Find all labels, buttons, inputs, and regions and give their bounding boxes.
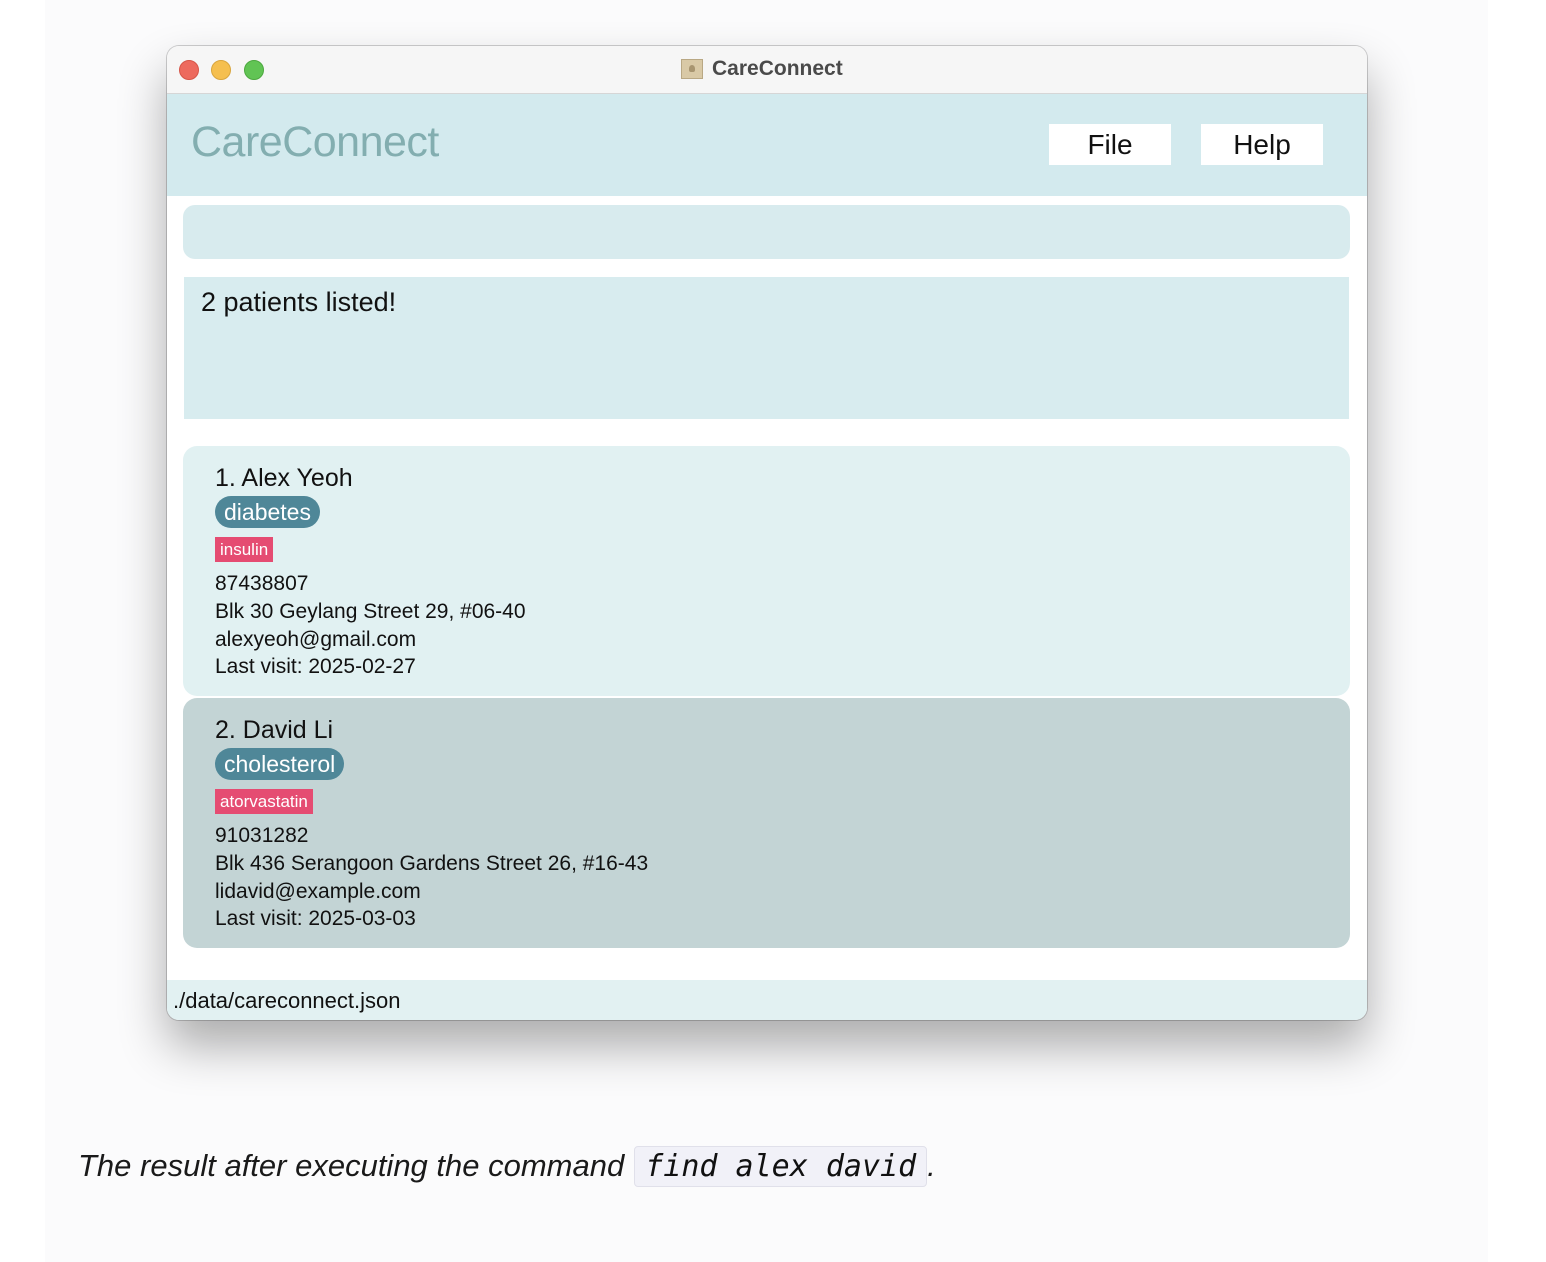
- condition-tag: cholesterol: [215, 748, 345, 780]
- patient-card-selected[interactable]: 2. David Li cholesterol atorvastatin 910…: [183, 698, 1350, 948]
- window-title-group: CareConnect: [681, 57, 843, 81]
- result-message: 2 patients listed!: [201, 287, 397, 317]
- figure-caption: The result after executing the command f…: [78, 1144, 936, 1188]
- patient-name: 1. Alex Yeoh: [215, 464, 353, 492]
- zoom-window-button[interactable]: [244, 60, 264, 80]
- window-title: CareConnect: [712, 57, 843, 80]
- data-file-path: ./data/careconnect.json: [173, 988, 401, 1013]
- condition-tag: diabetes: [215, 496, 320, 528]
- file-menu-button[interactable]: File: [1049, 124, 1171, 165]
- app-header: CareConnect File Help: [167, 94, 1367, 196]
- patient-last-visit: Last visit: 2025-02-27: [215, 655, 416, 678]
- patient-card[interactable]: 1. Alex Yeoh diabetes insulin 87438807 B…: [183, 446, 1350, 696]
- patient-last-visit: Last visit: 2025-03-03: [215, 907, 416, 930]
- help-menu-button[interactable]: Help: [1201, 124, 1323, 165]
- patient-email: alexyeoh@gmail.com: [215, 628, 417, 651]
- caption-command-code: find alex david: [634, 1145, 928, 1187]
- patient-address: Blk 30 Geylang Street 29, #06-40: [215, 600, 526, 623]
- patient-name: 2. David Li: [215, 716, 334, 744]
- close-window-button[interactable]: [179, 60, 199, 80]
- patient-phone: 87438807: [215, 572, 309, 595]
- result-display: 2 patients listed!: [184, 277, 1349, 419]
- patient-address: Blk 436 Serangoon Gardens Street 26, #16…: [215, 852, 649, 875]
- command-input[interactable]: [183, 205, 1350, 259]
- minimize-window-button[interactable]: [211, 60, 231, 80]
- medication-tag: atorvastatin: [215, 789, 313, 814]
- caption-suffix: .: [927, 1148, 936, 1183]
- title-bar[interactable]: CareConnect: [167, 46, 1367, 94]
- app-window: CareConnect CareConnect File Help 2 pati…: [167, 46, 1367, 1020]
- status-bar: ./data/careconnect.json: [167, 980, 1367, 1020]
- medication-tag: insulin: [215, 537, 274, 562]
- patient-phone: 91031282: [215, 824, 309, 847]
- app-brand: CareConnect: [191, 118, 439, 166]
- patient-email: lidavid@example.com: [215, 880, 421, 903]
- caption-text: The result after executing the command: [78, 1148, 625, 1183]
- contacts-book-icon: [681, 59, 703, 79]
